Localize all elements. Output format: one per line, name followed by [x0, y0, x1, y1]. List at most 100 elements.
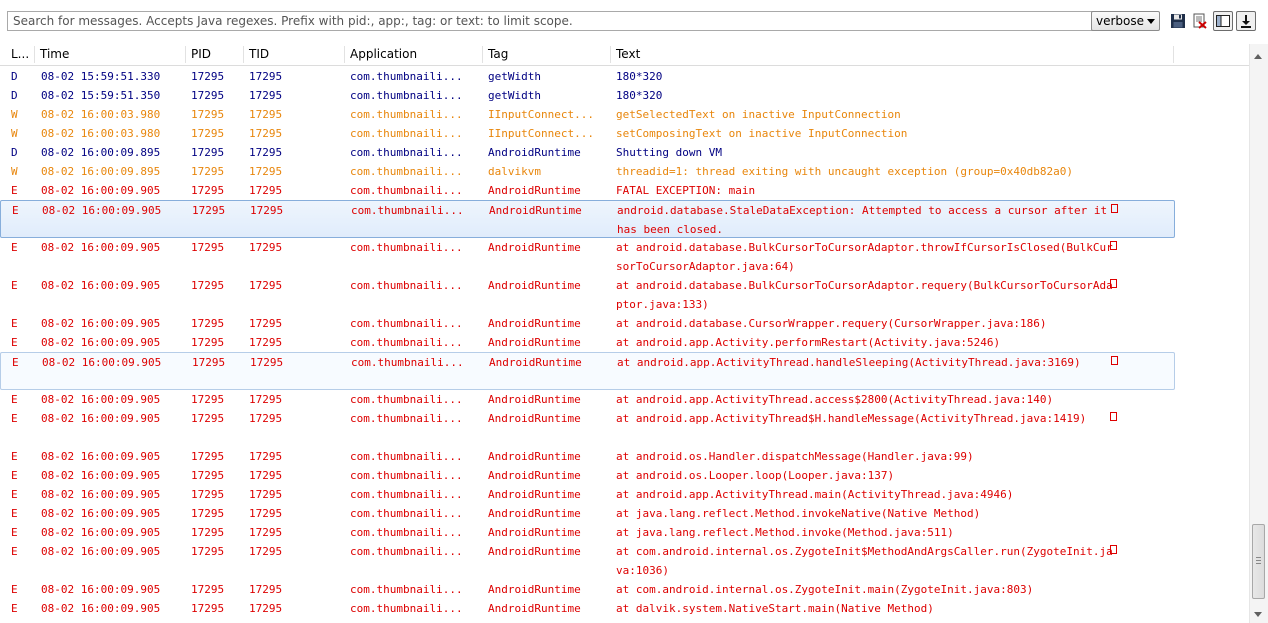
- tag-cell: dalvikvm: [488, 165, 541, 178]
- tid-cell: 17295: [249, 469, 283, 482]
- table-row[interactable]: D 08-02 15:59:51.330 17295 17295 com.thumbna…: [0, 67, 1175, 86]
- scrollbar-thumb[interactable]: [1252, 524, 1265, 599]
- pid-cell: 17295: [191, 89, 225, 102]
- application-cell: com.thumbnaili...: [350, 127, 463, 140]
- table-row[interactable]: E 08-02 16:00:09.905 17295 17295 com.thumbna…: [0, 314, 1175, 333]
- application-cell: com.thumbnaili...: [350, 469, 463, 482]
- tid-cell: 17295: [249, 108, 283, 121]
- table-row[interactable]: D 08-02 15:59:51.350 17295 17295 com.thumbna…: [0, 86, 1175, 105]
- table-row[interactable]: E 08-02 16:00:09.905 17295 17295 com.thumbna…: [0, 447, 1175, 466]
- application-cell: com.thumbnaili...: [350, 146, 463, 159]
- table-row[interactable]: W 08-02 16:00:03.980 17295 17295 com.thumbna…: [0, 124, 1175, 143]
- application-cell: com.thumbnaili...: [350, 583, 463, 596]
- pid-cell: 17295: [191, 279, 225, 292]
- line-wrap-icon: [1111, 356, 1118, 365]
- log-level-cell: E: [12, 204, 19, 217]
- tag-cell: AndroidRuntime: [488, 602, 581, 615]
- table-row[interactable]: E 08-02 16:00:09.905 17295 17295 com.thumbna…: [0, 542, 1175, 580]
- column-header-tag[interactable]: Tag: [483, 44, 610, 65]
- table-row[interactable]: W 08-02 16:00:09.895 17295 17295 com.thumbna…: [0, 162, 1175, 181]
- pid-cell: 17295: [192, 356, 226, 369]
- table-row[interactable]: E 08-02 16:00:09.905 17295 17295 com.thumbna…: [0, 523, 1175, 542]
- table-row[interactable]: E 08-02 16:00:09.905 17295 17295 com.thumbna…: [0, 485, 1175, 504]
- table-row[interactable]: E 08-02 16:00:09.905 17295 17295 com.thumbna…: [0, 238, 1175, 276]
- pid-cell: 17295: [191, 526, 225, 539]
- log-level-cell: W: [11, 165, 18, 178]
- log-table-body[interactable]: D 08-02 15:59:51.330 17295 17295 com.thumbna…: [0, 67, 1248, 623]
- pid-cell: 17295: [191, 393, 225, 406]
- log-level-select[interactable]: verbose: [1091, 11, 1160, 31]
- tid-cell: 17295: [249, 602, 283, 615]
- table-row[interactable]: W 08-02 16:00:03.980 17295 17295 com.thumbna…: [0, 105, 1175, 124]
- message-text-cell: at android.database.BulkCursorToCursorAd…: [616, 241, 1113, 273]
- search-input[interactable]: [7, 11, 1095, 31]
- line-wrap-icon: [1110, 412, 1117, 421]
- table-row[interactable]: D 08-02 16:00:09.895 17295 17295 com.thumbna…: [0, 143, 1175, 162]
- table-row[interactable]: E 08-02 16:00:09.905 17295 17295 com.thumbna…: [0, 181, 1175, 200]
- clear-log-button[interactable]: [1190, 11, 1210, 31]
- log-level-cell: E: [11, 317, 18, 330]
- table-row[interactable]: E 08-02 16:00:09.905 17295 17295 com.thumbna…: [0, 390, 1175, 409]
- line-wrap-icon: [1110, 279, 1117, 288]
- time-cell: 08-02 16:00:09.905: [41, 450, 161, 463]
- tid-cell: 17295: [249, 545, 283, 558]
- time-cell: 08-02 16:00:09.905: [41, 469, 161, 482]
- message-text-cell: at com.android.internal.os.ZygoteInit$Me…: [616, 545, 1113, 577]
- application-cell: com.thumbnaili...: [350, 317, 463, 330]
- table-row[interactable]: E 08-02 16:00:09.905 17295 17295 com.thumbna…: [0, 200, 1175, 238]
- log-level-cell: E: [11, 469, 18, 482]
- application-cell: com.thumbnaili...: [351, 204, 464, 217]
- table-row[interactable]: E 08-02 16:00:09.905 17295 17295 com.thumbna…: [0, 409, 1175, 447]
- pid-cell: 17295: [191, 108, 225, 121]
- application-cell: com.thumbnaili...: [350, 165, 463, 178]
- table-row[interactable]: E 08-02 16:00:09.905 17295 17295 com.thumbna…: [0, 599, 1175, 618]
- log-level-value: verbose: [1096, 14, 1145, 28]
- application-cell: com.thumbnaili...: [351, 356, 464, 369]
- column-header-level[interactable]: L...: [6, 44, 34, 65]
- message-text-cell: at dalvik.system.NativeStart.main(Native…: [616, 602, 934, 615]
- time-cell: 08-02 16:00:09.905: [41, 393, 161, 406]
- log-level-cell: E: [11, 583, 18, 596]
- table-row[interactable]: E 08-02 16:00:09.905 17295 17295 com.thumbna…: [0, 580, 1175, 599]
- pid-cell: 17295: [191, 241, 225, 254]
- column-header-time[interactable]: Time: [35, 44, 185, 65]
- time-cell: 08-02 16:00:09.905: [41, 583, 161, 596]
- save-button[interactable]: [1168, 11, 1188, 31]
- log-level-cell: E: [11, 526, 18, 539]
- tid-cell: 17295: [249, 526, 283, 539]
- application-cell: com.thumbnaili...: [350, 70, 463, 83]
- column-header-application[interactable]: Application: [345, 44, 482, 65]
- pid-cell: 17295: [191, 602, 225, 615]
- tid-cell: 17295: [249, 184, 283, 197]
- scroll-down-icon[interactable]: [1254, 612, 1262, 617]
- table-row[interactable]: E 08-02 16:00:09.905 17295 17295 com.thumbna…: [0, 352, 1175, 390]
- pid-cell: 17295: [191, 165, 225, 178]
- time-cell: 08-02 16:00:03.980: [41, 108, 161, 121]
- log-level-cell: E: [11, 241, 18, 254]
- vertical-scrollbar[interactable]: [1249, 44, 1268, 623]
- column-header-text[interactable]: Text: [611, 44, 1171, 65]
- time-cell: 08-02 16:00:03.980: [41, 127, 161, 140]
- pid-cell: 17295: [191, 336, 225, 349]
- column-header-tid[interactable]: TID: [244, 44, 344, 65]
- tid-cell: 17295: [249, 488, 283, 501]
- tag-cell: AndroidRuntime: [488, 507, 581, 520]
- pid-cell: 17295: [191, 127, 225, 140]
- tid-cell: 17295: [249, 127, 283, 140]
- scroll-lock-button[interactable]: [1236, 11, 1256, 31]
- application-cell: com.thumbnaili...: [350, 89, 463, 102]
- tag-cell: AndroidRuntime: [488, 488, 581, 501]
- log-level-cell: E: [11, 336, 18, 349]
- tid-cell: 17295: [249, 241, 283, 254]
- tid-cell: 17295: [249, 89, 283, 102]
- toggle-panel-button[interactable]: [1213, 11, 1233, 31]
- table-row[interactable]: E 08-02 16:00:09.905 17295 17295 com.thumbna…: [0, 276, 1175, 314]
- table-row[interactable]: E 08-02 16:00:09.905 17295 17295 com.thumbna…: [0, 466, 1175, 485]
- table-row[interactable]: E 08-02 16:00:09.905 17295 17295 com.thumbna…: [0, 333, 1175, 352]
- scroll-up-icon[interactable]: [1254, 54, 1262, 59]
- tid-cell: 17295: [249, 583, 283, 596]
- application-cell: com.thumbnaili...: [350, 108, 463, 121]
- column-header-pid[interactable]: PID: [186, 44, 243, 65]
- tag-cell: AndroidRuntime: [488, 469, 581, 482]
- table-row[interactable]: E 08-02 16:00:09.905 17295 17295 com.thumbna…: [0, 504, 1175, 523]
